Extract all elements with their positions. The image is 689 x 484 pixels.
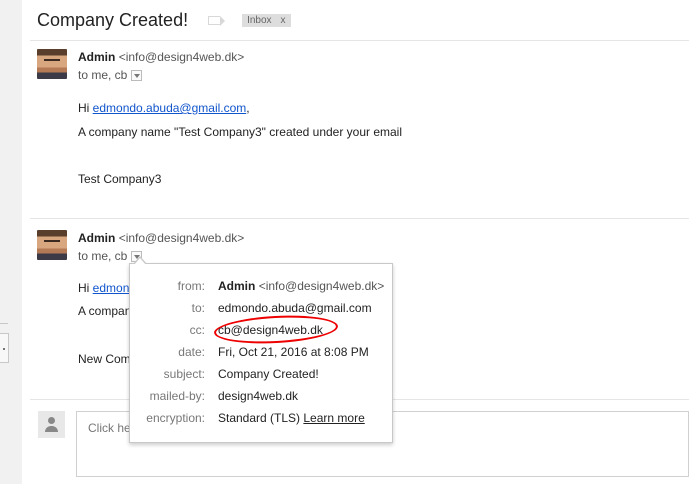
importance-marker-icon[interactable] <box>208 15 226 26</box>
greeting-prefix: Hi <box>78 101 93 115</box>
detail-label: mailed-by: <box>149 389 205 403</box>
learn-more-link[interactable]: Learn more <box>303 411 364 425</box>
detail-label: subject: <box>163 367 205 381</box>
detail-value: Fri, Oct 21, 2016 at 8:08 PM <box>218 345 369 359</box>
thread-subject: Company Created! <box>37 9 189 30</box>
detail-label: to: <box>191 301 205 315</box>
inbox-label-chip[interactable]: Inbox x <box>242 13 291 27</box>
sender-email: <info@design4web.dk> <box>118 231 245 245</box>
message-1: Admin <info@design4web.dk> to me, cb Hi … <box>37 49 689 209</box>
recipients-text: to me, cb <box>78 68 128 82</box>
body-line-1: A company name "Test Company3" created u… <box>78 125 403 139</box>
sender-line: Admin <info@design4web.dk> <box>78 50 244 64</box>
user-avatar-icon <box>38 411 65 438</box>
detail-row-cc: cc: cb@design4web.dk <box>130 321 394 339</box>
remove-label-icon[interactable]: x <box>281 15 286 26</box>
detail-value: Standard (TLS) Learn more <box>218 411 365 425</box>
detail-row-from: from: Admin <info@design4web.dk> <box>130 277 394 295</box>
left-nav-strip <box>0 0 22 484</box>
detail-value: cb@design4web.dk <box>218 323 323 337</box>
greeting-prefix: Hi <box>78 281 93 295</box>
reply-placeholder: Click he <box>88 421 131 435</box>
sender-name[interactable]: Admin <box>78 231 115 245</box>
sender-line: Admin <info@design4web.dk> <box>78 231 244 245</box>
sender-avatar[interactable] <box>37 230 67 260</box>
strip-divider <box>0 323 8 324</box>
sender-name[interactable]: Admin <box>78 50 115 64</box>
detail-row-to: to: edmondo.abuda@gmail.com <box>130 299 394 317</box>
detail-row-encryption: encryption: Standard (TLS) Learn more <box>130 409 394 427</box>
greeting-email-link[interactable]: edmondo.abuda@gmail.com <box>93 101 247 115</box>
sender-email: <info@design4web.dk> <box>118 50 245 64</box>
detail-value: design4web.dk <box>218 389 299 403</box>
body-line-2: Test Company3 <box>78 172 162 186</box>
detail-row-mailed-by: mailed-by: design4web.dk <box>130 387 394 405</box>
recipients-line: to me, cb <box>78 68 143 82</box>
thread-header: Company Created! Inbox x <box>37 8 291 32</box>
sender-avatar[interactable] <box>37 49 67 79</box>
detail-label: from: <box>177 279 205 293</box>
greeting-line: Hi edmondo.abuda@gmail.com, <box>78 101 250 115</box>
message-details-popup: from: Admin <info@design4web.dk> to: edm… <box>129 256 394 443</box>
thread-divider <box>30 40 689 41</box>
detail-label: encryption: <box>146 411 205 425</box>
recipients-text: to me, cb <box>78 249 128 263</box>
detail-row-date: date: Fri, Oct 21, 2016 at 8:08 PM <box>130 343 394 361</box>
detail-row-subject: subject: Company Created! <box>130 365 394 383</box>
label-text: Inbox <box>247 14 272 26</box>
collapse-handle[interactable] <box>0 333 9 363</box>
message-divider <box>30 218 689 219</box>
encryption-value: Standard (TLS) <box>218 411 304 425</box>
detail-value: Admin <info@design4web.dk> <box>218 279 384 293</box>
from-name: Admin <box>218 279 256 293</box>
detail-label: cc: <box>189 323 205 337</box>
body-line-1: A compan <box>78 304 132 318</box>
from-email: <info@design4web.dk> <box>258 279 385 293</box>
detail-value: Company Created! <box>218 367 319 381</box>
greeting-suffix: , <box>246 101 250 115</box>
show-details-dropdown-icon[interactable] <box>131 69 143 81</box>
detail-value: edmondo.abuda@gmail.com <box>218 301 372 315</box>
detail-label: date: <box>178 345 205 359</box>
